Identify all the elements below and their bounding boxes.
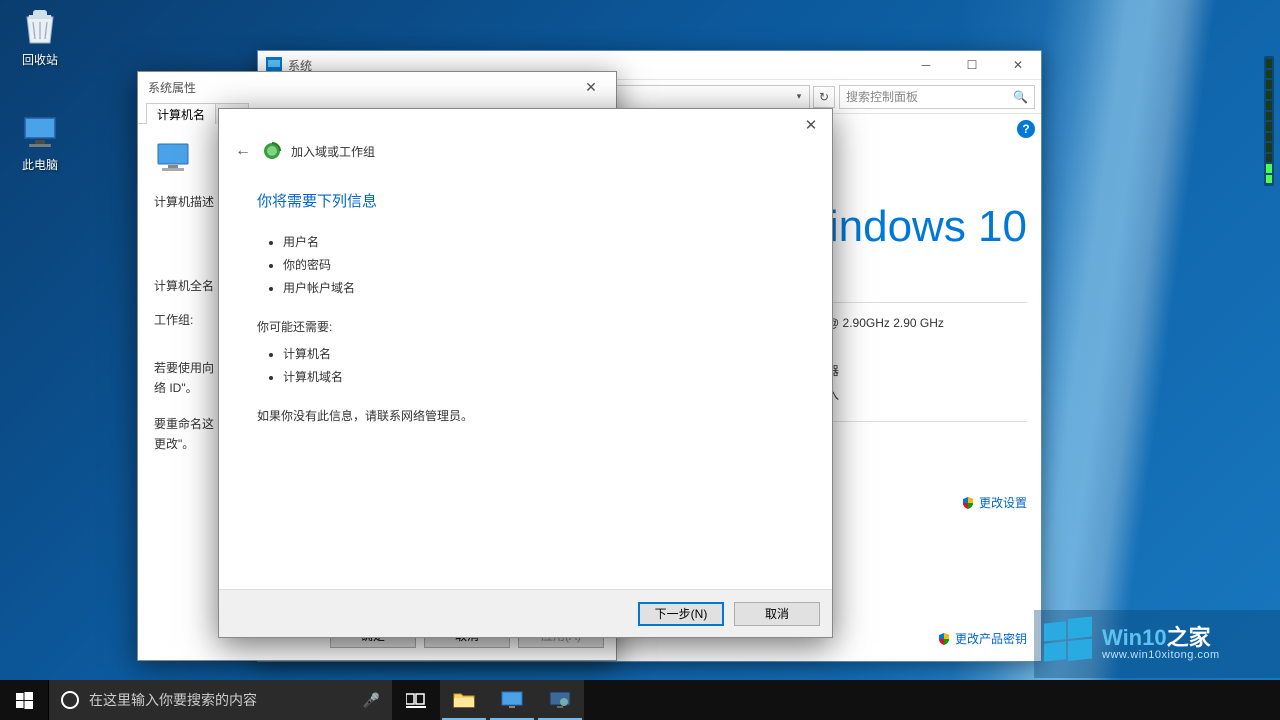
search-placeholder: 搜索控制面板 xyxy=(846,88,918,105)
help-icon[interactable]: ? xyxy=(1017,120,1035,138)
shield-icon xyxy=(937,632,951,646)
back-button[interactable]: ← xyxy=(233,141,253,161)
close-button[interactable]: ✕ xyxy=(995,51,1041,80)
shield-icon xyxy=(961,496,975,510)
list-item: 用户名 xyxy=(283,232,794,253)
search-placeholder: 在这里输入你要搜索的内容 xyxy=(89,690,257,710)
desktop-icon-this-pc[interactable]: 此电脑 xyxy=(5,110,75,173)
change-product-key-link[interactable]: 更改产品密钥 xyxy=(937,630,1027,647)
tab-computer-name[interactable]: 计算机名 xyxy=(146,103,216,124)
taskbar-app-properties[interactable] xyxy=(536,680,584,720)
search-input[interactable]: 搜索控制面板 🔍 xyxy=(839,85,1035,109)
next-button[interactable]: 下一步(N) xyxy=(638,602,724,626)
cancel-button[interactable]: 取消 xyxy=(734,602,820,626)
list-item: 用户帐户域名 xyxy=(283,278,794,299)
address-dropdown-icon[interactable]: ▾ xyxy=(791,87,807,107)
dialog-title: 系统属性 xyxy=(148,79,196,96)
cortana-icon xyxy=(61,691,79,709)
taskbar: 在这里输入你要搜索的内容 🎤 xyxy=(0,680,1280,720)
text-fragment: 入 xyxy=(827,383,1027,407)
desktop-icons: 回收站 此电脑 xyxy=(5,5,75,173)
maybe-need-label: 你可能还需要: xyxy=(257,317,794,338)
wizard-body: 你将需要下列信息 用户名 你的密码 用户帐户域名 你可能还需要: 计算机名 计算… xyxy=(219,173,832,589)
join-domain-wizard: ✕ ← 加入域或工作组 你将需要下列信息 用户名 你的密码 用户帐户域名 你可能… xyxy=(218,108,833,638)
watermark-url: www.win10xitong.com xyxy=(1102,649,1220,661)
computer-icon xyxy=(154,140,198,176)
close-button[interactable]: ✕ xyxy=(796,113,826,137)
refresh-button[interactable]: ↻ xyxy=(813,86,835,108)
minimize-button[interactable]: ─ xyxy=(903,51,949,80)
this-pc-icon xyxy=(19,110,61,152)
taskbar-app-file-explorer[interactable] xyxy=(440,680,488,720)
microphone-icon[interactable]: 🎤 xyxy=(363,692,380,709)
wizard-heading: 你将需要下列信息 xyxy=(257,191,794,212)
change-settings-link[interactable]: 更改设置 xyxy=(961,494,1027,511)
recycle-bin-icon xyxy=(19,5,61,47)
start-button[interactable] xyxy=(0,680,48,720)
wizard-footer: 下一步(N) 取消 xyxy=(219,589,832,637)
close-button[interactable]: ✕ xyxy=(576,77,606,97)
maximize-button[interactable]: ☐ xyxy=(949,51,995,80)
wizard-note: 如果你没有此信息，请联系网络管理员。 xyxy=(257,406,794,427)
desktop-icon-recycle-bin[interactable]: 回收站 xyxy=(5,5,75,68)
wizard-icon xyxy=(263,142,281,160)
windows-brand-text: indows 10 xyxy=(829,202,1027,252)
volume-meter-widget[interactable] xyxy=(1264,56,1274,186)
desktop-icon-label: 回收站 xyxy=(22,53,58,67)
computer-description-label: 计算机描述 xyxy=(154,192,214,212)
optional-info-list: 计算机名 计算机域名 xyxy=(257,344,794,388)
wizard-title: 加入域或工作组 xyxy=(291,143,375,160)
search-icon: 🔍 xyxy=(1013,90,1028,104)
desktop-icon-label: 此电脑 xyxy=(22,158,58,172)
list-item: 你的密码 xyxy=(283,255,794,276)
taskbar-app-system[interactable] xyxy=(488,680,536,720)
watermark-logo: Win10之家 www.win10xitong.com xyxy=(1034,610,1280,678)
workgroup-label: 工作组: xyxy=(154,310,193,330)
dialog-titlebar[interactable]: 系统属性 ✕ xyxy=(138,72,616,102)
computer-fullname-label: 计算机全名 xyxy=(154,276,214,296)
task-view-button[interactable] xyxy=(392,680,440,720)
win10-logo-icon xyxy=(1040,616,1096,672)
text-fragment: 器 xyxy=(827,359,1027,383)
list-item: 计算机域名 xyxy=(283,367,794,388)
required-info-list: 用户名 你的密码 用户帐户域名 xyxy=(257,232,794,299)
list-item: 计算机名 xyxy=(283,344,794,365)
wizard-header: ← 加入域或工作组 xyxy=(219,141,832,173)
watermark-title: Win10之家 xyxy=(1102,627,1220,649)
system-info-panel: @ 2.90GHz 2.90 GHz 器 入 xyxy=(827,294,1027,430)
cpu-info: @ 2.90GHz 2.90 GHz xyxy=(827,311,1027,335)
taskbar-search[interactable]: 在这里输入你要搜索的内容 🎤 xyxy=(48,680,392,720)
